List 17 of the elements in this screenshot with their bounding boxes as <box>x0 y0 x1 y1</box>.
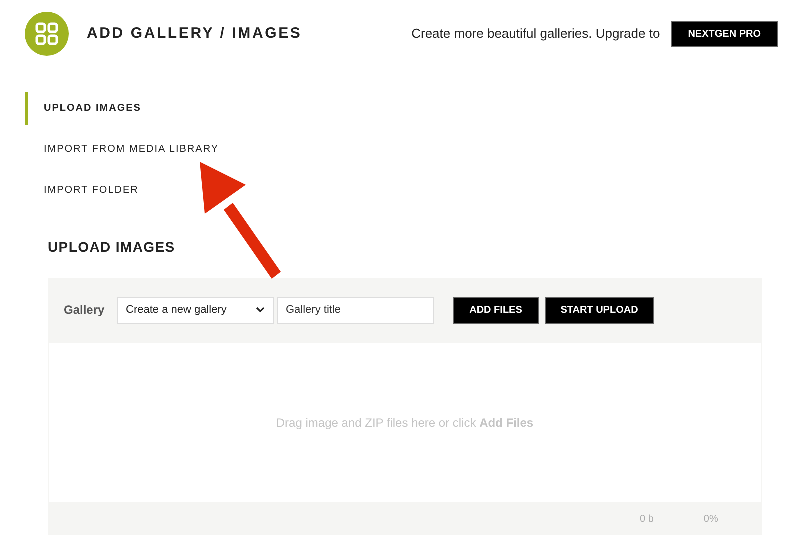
drop-hint: Drag image and ZIP files here or click Add Files <box>276 414 534 432</box>
nav-tab[interactable]: IMPORT FROM MEDIA LIBRARY <box>25 133 224 166</box>
upload-button[interactable]: ADD FILES <box>453 296 539 324</box>
gallery-label: Gallery <box>64 302 106 319</box>
promo-text: Create more beautiful galleries. Upgrade to <box>412 25 660 44</box>
total-size: 0 b <box>640 512 654 526</box>
nav-tab[interactable]: UPLOAD IMAGES <box>25 92 146 125</box>
gallery-title-field[interactable]: Gallery title <box>277 296 434 324</box>
gallery-select[interactable]: Create a new gallery <box>117 296 274 324</box>
section-title: UPLOAD IMAGES <box>48 238 176 257</box>
progress-percent: 0% <box>704 512 718 526</box>
page-title: ADD GALLERY / IMAGES <box>87 24 302 44</box>
upload-button[interactable]: START UPLOAD <box>545 296 654 324</box>
chevron-icon <box>256 307 265 313</box>
nav-tab[interactable]: IMPORT FOLDER <box>25 174 143 207</box>
upgrade-button[interactable]: NEXTGEN PRO <box>671 21 778 47</box>
logo-icon <box>25 12 69 56</box>
